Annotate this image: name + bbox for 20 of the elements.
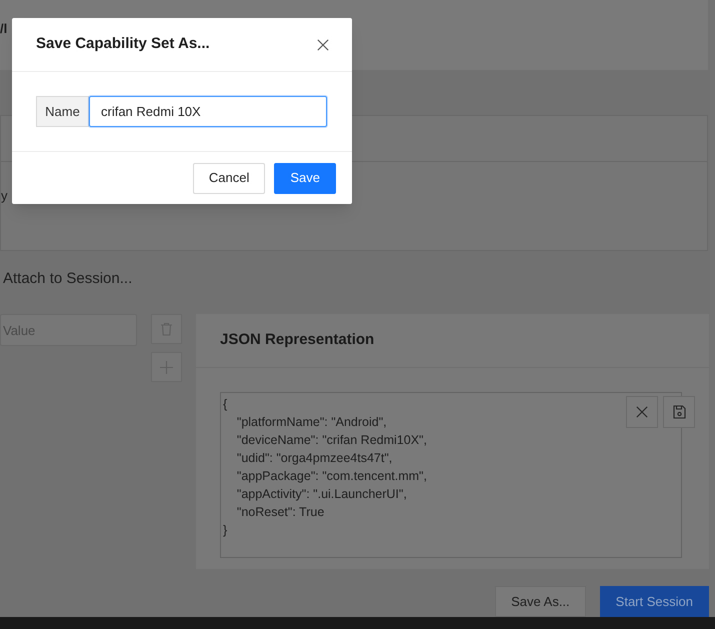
attach-session-link[interactable]: Attach to Session...	[3, 268, 132, 290]
save-as-button[interactable]: Save As...	[495, 586, 586, 617]
floppy-disk-icon	[672, 405, 686, 419]
save-button[interactable]: Save	[274, 162, 336, 194]
close-icon	[636, 406, 648, 418]
close-icon	[317, 38, 329, 50]
close-button[interactable]	[316, 38, 330, 52]
start-session-button[interactable]: Start Session	[600, 586, 709, 617]
json-textarea[interactable]: { "platformName": "Android", "deviceName": "crifan Redmi10X", "udid": "orga4pmzee4ts47t", "appPackage": "com.tencent.mm", "appActivity": ".ui.LauncherUI", "noReset": True }	[220, 392, 682, 558]
cancel-button[interactable]: Cancel	[192, 162, 266, 194]
header-text: /l	[0, 21, 8, 36]
dialog-title: Save Capability Set As...	[36, 34, 210, 54]
field-label: y	[1, 188, 8, 203]
panel-title: JSON Representation	[220, 330, 374, 350]
name-label: Name	[36, 96, 89, 127]
trash-icon	[160, 322, 173, 336]
plus-icon	[160, 360, 173, 374]
save-icon-button[interactable]	[663, 396, 695, 428]
clear-button[interactable]	[626, 396, 658, 428]
name-input-field[interactable]: crifan Redmi 10X	[89, 96, 327, 127]
